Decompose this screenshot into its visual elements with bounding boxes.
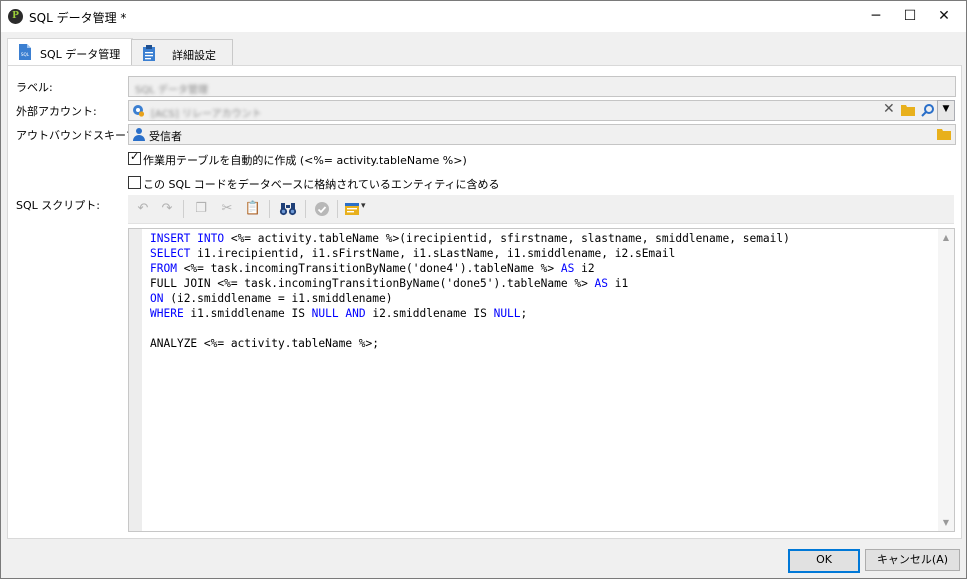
sql-keyword: FROM bbox=[150, 262, 177, 275]
redo-icon[interactable]: ↷ bbox=[158, 200, 176, 218]
tab-label: SQL データ管理 bbox=[40, 48, 121, 61]
sql-text: i1.irecipientid, i1.sFirstName, i1.sLast… bbox=[190, 247, 676, 260]
tab-advanced-settings[interactable]: 詳細設定 bbox=[131, 39, 233, 65]
cut-icon[interactable]: ✂ bbox=[218, 200, 236, 218]
sql-keyword: INSERT INTO bbox=[150, 232, 225, 245]
dropdown-arrow-icon[interactable]: ▾ bbox=[361, 201, 366, 211]
code-line: FROM <%= task.incomingTransitionByName('… bbox=[150, 261, 790, 276]
outbound-schema-input[interactable]: 受信者 bbox=[128, 124, 956, 145]
sql-editor[interactable]: INSERT INTO <%= activity.tableName %>(ir… bbox=[128, 228, 955, 532]
scroll-down-icon[interactable]: ▼ bbox=[938, 518, 954, 527]
gear-account-icon bbox=[133, 105, 145, 117]
external-account-input[interactable]: [ACS] リレーアカウント ✕ bbox=[128, 100, 938, 121]
insert-field-icon[interactable] bbox=[344, 201, 360, 217]
scroll-up-icon[interactable]: ▲ bbox=[938, 233, 954, 242]
binoculars-icon[interactable] bbox=[279, 202, 297, 216]
sql-text: i2.smiddlename IS bbox=[365, 307, 494, 320]
tab-label: 詳細設定 bbox=[172, 49, 216, 62]
create-work-table-label: 作業用テーブルを自動的に作成 (<%= activity.tableName %… bbox=[143, 154, 467, 167]
sql-dialog-window: P SQL データ管理 * ─ ☐ ✕ SQL SQL データ管理 詳細設定 ラ… bbox=[0, 0, 967, 579]
create-work-table-checkbox[interactable]: ✓ bbox=[128, 150, 141, 165]
folder-icon[interactable] bbox=[901, 104, 915, 116]
sql-text: FULL JOIN <%= task.incomingTransitionByN… bbox=[150, 277, 595, 290]
sql-code[interactable]: INSERT INTO <%= activity.tableName %>(ir… bbox=[150, 231, 790, 351]
vertical-scrollbar[interactable]: ▲ ▼ bbox=[938, 229, 954, 531]
outbound-schema-value: 受信者 bbox=[149, 130, 182, 143]
copy-icon[interactable]: ❐ bbox=[192, 200, 210, 218]
sql-keyword: AND bbox=[345, 307, 366, 320]
ok-button[interactable]: OK bbox=[788, 549, 860, 573]
toolbar-separator bbox=[305, 200, 306, 218]
sql-script-caption: SQL スクリプト: bbox=[16, 199, 100, 212]
title-bar[interactable]: P SQL データ管理 * ─ ☐ ✕ bbox=[1, 1, 966, 32]
validate-icon[interactable] bbox=[314, 201, 330, 217]
sql-keyword: SELECT bbox=[150, 247, 191, 260]
sql-keyword: AS bbox=[560, 262, 575, 275]
include-entity-label: この SQL コードをデータベースに格納されているエンティティに含める bbox=[143, 178, 500, 191]
label-caption: ラベル: bbox=[16, 81, 53, 94]
minimize-button[interactable]: ─ bbox=[859, 1, 893, 32]
toolbar-separator bbox=[337, 200, 338, 218]
sql-text: i1.smiddlename IS bbox=[183, 307, 312, 320]
code-line: INSERT INTO <%= activity.tableName %>(ir… bbox=[150, 231, 790, 246]
code-line: WHERE i1.smiddlename IS NULL AND i2.smid… bbox=[150, 306, 790, 321]
outbound-schema-caption: アウトバウンドスキーマ: bbox=[16, 129, 141, 142]
external-account-caption: 外部アカウント: bbox=[16, 105, 97, 118]
checkmark-icon: ✓ bbox=[130, 150, 140, 163]
svg-text:SQL: SQL bbox=[21, 52, 30, 57]
label-input[interactable]: SQL データ管理 bbox=[128, 76, 956, 97]
include-entity-checkbox[interactable] bbox=[128, 176, 141, 189]
maximize-button[interactable]: ☐ bbox=[893, 1, 927, 32]
label-value: SQL データ管理 bbox=[135, 85, 208, 96]
sql-keyword: NULL bbox=[493, 307, 521, 320]
clipboard-icon bbox=[143, 45, 155, 61]
sql-keyword: AS bbox=[594, 277, 609, 290]
editor-toolbar: ↶ ↷ ❐ ✂ 📋 ▾ bbox=[128, 195, 954, 224]
tab-sql-data-management[interactable]: SQL SQL データ管理 bbox=[7, 38, 133, 66]
sql-text: i2 bbox=[574, 262, 595, 275]
close-button[interactable]: ✕ bbox=[927, 1, 961, 32]
toolbar-separator bbox=[269, 200, 270, 218]
cancel-button[interactable]: キャンセル(A) bbox=[865, 549, 960, 571]
sql-text: ; bbox=[520, 307, 528, 320]
clear-icon[interactable]: ✕ bbox=[883, 101, 895, 117]
window-title: SQL データ管理 * bbox=[29, 11, 127, 25]
chevron-down-icon: ▼ bbox=[942, 104, 950, 114]
sql-keyword: NULL bbox=[311, 307, 339, 320]
toolbar-separator bbox=[183, 200, 184, 218]
sql-text: (i2.smiddlename = i1.smiddlename) bbox=[163, 292, 393, 305]
code-line: SELECT i1.irecipientid, i1.sFirstName, i… bbox=[150, 246, 790, 261]
sql-text: <%= task.incomingTransitionByName('done4… bbox=[176, 262, 561, 275]
app-logo-icon: P bbox=[8, 9, 23, 24]
sql-keyword: ON bbox=[150, 292, 164, 305]
code-line: FULL JOIN <%= task.incomingTransitionByN… bbox=[150, 276, 790, 291]
user-icon bbox=[133, 128, 145, 141]
code-line: ANALYZE <%= activity.tableName %>; bbox=[150, 336, 790, 351]
sql-text: <%= activity.tableName %>(irecipientid, … bbox=[224, 232, 790, 245]
sql-keyword: WHERE bbox=[150, 307, 184, 320]
code-line: ON (i2.smiddlename = i1.smiddlename) bbox=[150, 291, 790, 306]
search-icon[interactable] bbox=[921, 103, 935, 117]
editor-gutter bbox=[129, 229, 142, 531]
folder-icon[interactable] bbox=[937, 128, 951, 140]
paste-icon[interactable]: 📋 bbox=[244, 200, 262, 218]
external-account-dropdown[interactable]: ▼ bbox=[937, 100, 955, 121]
sql-text: ANALYZE <%= activity.tableName %>; bbox=[150, 337, 380, 350]
sql-file-icon: SQL bbox=[19, 44, 31, 60]
external-account-value: [ACS] リレーアカウント bbox=[151, 109, 262, 120]
sql-text: i1 bbox=[608, 277, 629, 290]
undo-icon[interactable]: ↶ bbox=[134, 200, 152, 218]
